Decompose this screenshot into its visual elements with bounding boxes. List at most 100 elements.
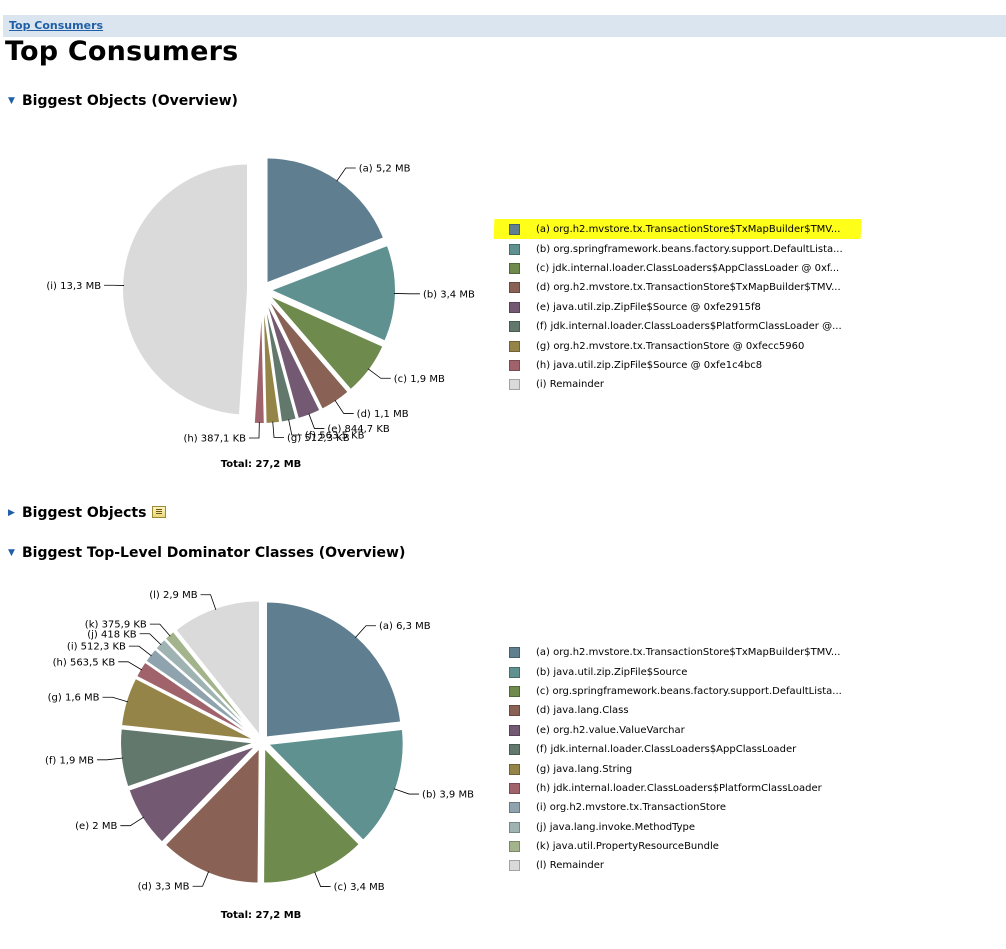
legend-item[interactable]: (l) Remainder bbox=[509, 856, 842, 875]
legend-swatch bbox=[509, 705, 520, 717]
leader-line bbox=[102, 696, 129, 703]
legend-label: (i) Remainder bbox=[536, 379, 605, 391]
legend-label: (l) Remainder bbox=[536, 860, 605, 872]
slice-label: (b) 3,9 MB bbox=[422, 790, 474, 801]
legend-item[interactable]: (b) org.springframework.beans.factory.su… bbox=[509, 239, 843, 258]
leader-line bbox=[149, 623, 171, 637]
section-biggest-objects-overview[interactable]: ▼ Biggest Objects (Overview) bbox=[8, 93, 238, 109]
legend-swatch bbox=[509, 224, 520, 236]
pie-slice[interactable] bbox=[252, 297, 266, 425]
expanded-triangle-icon[interactable]: ▼ bbox=[8, 548, 22, 558]
total-label: Total: 27,2 MB bbox=[221, 910, 302, 921]
legend-item[interactable]: (a) org.h2.mvstore.tx.TransactionStore$T… bbox=[509, 220, 843, 239]
slice-label: (c) 1,9 MB bbox=[394, 374, 445, 385]
legend-item[interactable]: (g) org.h2.mvstore.tx.TransactionStore @… bbox=[509, 336, 843, 355]
slice-label: (g) 1,6 MB bbox=[48, 693, 100, 704]
leader-line bbox=[367, 368, 391, 379]
section-dominator-classes-overview[interactable]: ▼ Biggest Top-Level Dominator Classes (Ov… bbox=[8, 545, 405, 561]
legend-swatch bbox=[509, 763, 520, 775]
breadcrumb-bar: Top Consumers bbox=[3, 15, 1006, 37]
expanded-triangle-icon[interactable]: ▼ bbox=[8, 96, 22, 106]
legend-swatch bbox=[509, 321, 520, 333]
legend-swatch bbox=[509, 821, 520, 833]
legend-label: (e) org.h2.value.ValueVarchar bbox=[536, 724, 685, 736]
leader-line bbox=[334, 399, 354, 414]
legend-item[interactable]: (e) org.h2.value.ValueVarchar bbox=[509, 721, 842, 740]
legend-swatch bbox=[509, 359, 520, 371]
legend-swatch bbox=[509, 647, 520, 659]
leader-line bbox=[139, 633, 162, 646]
legend-item[interactable]: (f) jdk.internal.loader.ClassLoaders$App… bbox=[509, 740, 842, 759]
legend-swatch bbox=[509, 685, 520, 697]
legend-item[interactable]: (e) java.util.zip.ZipFile$Source @ 0xfe2… bbox=[509, 298, 843, 317]
legend-item[interactable]: (h) jdk.internal.loader.ClassLoaders$Pla… bbox=[509, 779, 842, 798]
leader-line bbox=[355, 625, 376, 638]
slice-label: (a) 6,3 MB bbox=[379, 621, 431, 632]
legend-label: (d) java.lang.Class bbox=[536, 705, 629, 717]
legend-label: (a) org.h2.mvstore.tx.TransactionStore$T… bbox=[536, 224, 841, 236]
legend-label: (b) org.springframework.beans.factory.su… bbox=[536, 243, 843, 255]
section-biggest-objects[interactable]: ▶ Biggest Objects bbox=[8, 505, 167, 521]
legend-label: (e) java.util.zip.ZipFile$Source @ 0xfe2… bbox=[536, 301, 761, 313]
legend-item[interactable]: (h) java.util.zip.ZipFile$Source @ 0xfe1… bbox=[509, 356, 843, 375]
dominator-classes-pie-chart: (a) 6,3 MB (b) 3,9 MB (c) 3,4 MB (d) 3,3 MB… bbox=[45, 590, 474, 921]
legend-swatch bbox=[509, 744, 520, 756]
slice-label: (e) 2 MB bbox=[75, 821, 117, 832]
legend-label: (i) org.h2.mvstore.tx.TransactionStore bbox=[536, 802, 727, 814]
legend-item[interactable]: (d) java.lang.Class bbox=[509, 701, 842, 720]
biggest-objects-legend: (a) org.h2.mvstore.tx.TransactionStore$T… bbox=[509, 220, 843, 395]
leader-line bbox=[97, 757, 123, 761]
legend-item[interactable]: (c) jdk.internal.loader.ClassLoaders$App… bbox=[509, 259, 843, 278]
legend-label: (f) jdk.internal.loader.ClassLoaders$App… bbox=[536, 744, 797, 756]
legend-item[interactable]: (i) org.h2.mvstore.tx.TransactionStore bbox=[509, 798, 842, 817]
legend-label: (b) java.util.zip.ZipFile$Source bbox=[536, 666, 688, 678]
breadcrumb-link[interactable]: Top Consumers bbox=[9, 19, 103, 32]
slice-label: (k) 375,9 KB bbox=[85, 620, 147, 631]
legend-swatch bbox=[509, 301, 520, 313]
legend-label: (k) java.util.PropertyResourceBundle bbox=[536, 841, 719, 853]
legend-label: (a) org.h2.mvstore.tx.TransactionStore$T… bbox=[536, 647, 841, 659]
legend-label: (f) jdk.internal.loader.ClassLoaders$Pla… bbox=[536, 321, 842, 333]
slice-label: (c) 3,4 MB bbox=[334, 882, 385, 893]
section-title: Biggest Objects (Overview) bbox=[22, 93, 238, 109]
legend-item[interactable]: (b) java.util.zip.ZipFile$Source bbox=[509, 662, 842, 681]
leader-line bbox=[128, 645, 152, 657]
legend-swatch bbox=[509, 724, 520, 736]
legend-item[interactable]: (c) org.springframework.beans.factory.su… bbox=[509, 682, 842, 701]
legend-label: (h) java.util.zip.ZipFile$Source @ 0xfe1… bbox=[536, 359, 763, 371]
slice-label: (j) 418 KB bbox=[87, 629, 137, 640]
legend-item[interactable]: (g) java.lang.String bbox=[509, 759, 842, 778]
leader-line bbox=[120, 816, 145, 827]
leader-line bbox=[336, 167, 356, 182]
page-title: Top Consumers bbox=[5, 36, 239, 67]
dominator-classes-legend: (a) org.h2.mvstore.tx.TransactionStore$T… bbox=[509, 643, 842, 876]
legend-label: (j) java.lang.invoke.MethodType bbox=[536, 821, 696, 833]
legend-item[interactable]: (a) org.h2.mvstore.tx.TransactionStore$T… bbox=[509, 643, 842, 662]
slice-label: (b) 3,4 MB bbox=[423, 289, 475, 300]
legend-item[interactable]: (i) Remainder bbox=[509, 375, 843, 394]
open-report-icon[interactable] bbox=[152, 506, 167, 518]
legend-label: (h) jdk.internal.loader.ClassLoaders$Pla… bbox=[536, 782, 822, 794]
legend-item[interactable]: (d) org.h2.mvstore.tx.TransactionStore$T… bbox=[509, 278, 843, 297]
legend-label: (g) java.lang.String bbox=[536, 763, 633, 775]
slice-label: (d) 3,3 MB bbox=[138, 882, 190, 893]
collapsed-triangle-icon[interactable]: ▶ bbox=[8, 508, 22, 518]
legend-swatch bbox=[509, 262, 520, 274]
legend-label: (d) org.h2.mvstore.tx.TransactionStore$T… bbox=[536, 282, 841, 294]
legend-item[interactable]: (j) java.lang.invoke.MethodType bbox=[509, 818, 842, 837]
leader-line bbox=[393, 788, 420, 795]
slice-label: (l) 2,9 MB bbox=[149, 590, 197, 601]
slice-label: (a) 5,2 MB bbox=[359, 163, 411, 174]
pie-slice[interactable] bbox=[121, 162, 250, 417]
legend-swatch bbox=[509, 841, 520, 853]
legend-swatch bbox=[509, 666, 520, 678]
legend-swatch bbox=[509, 340, 520, 352]
legend-item[interactable]: (f) jdk.internal.loader.ClassLoaders$Pla… bbox=[509, 317, 843, 336]
total-label: Total: 27,2 MB bbox=[221, 459, 302, 470]
leader-line bbox=[118, 661, 143, 671]
section-title: Biggest Top-Level Dominator Classes (Ove… bbox=[22, 545, 406, 561]
legend-label: (c) org.springframework.beans.factory.su… bbox=[536, 685, 842, 697]
legend-item[interactable]: (k) java.util.PropertyResourceBundle bbox=[509, 837, 842, 856]
legend-label: (c) jdk.internal.loader.ClassLoaders$App… bbox=[536, 262, 840, 274]
legend-swatch bbox=[509, 782, 520, 794]
